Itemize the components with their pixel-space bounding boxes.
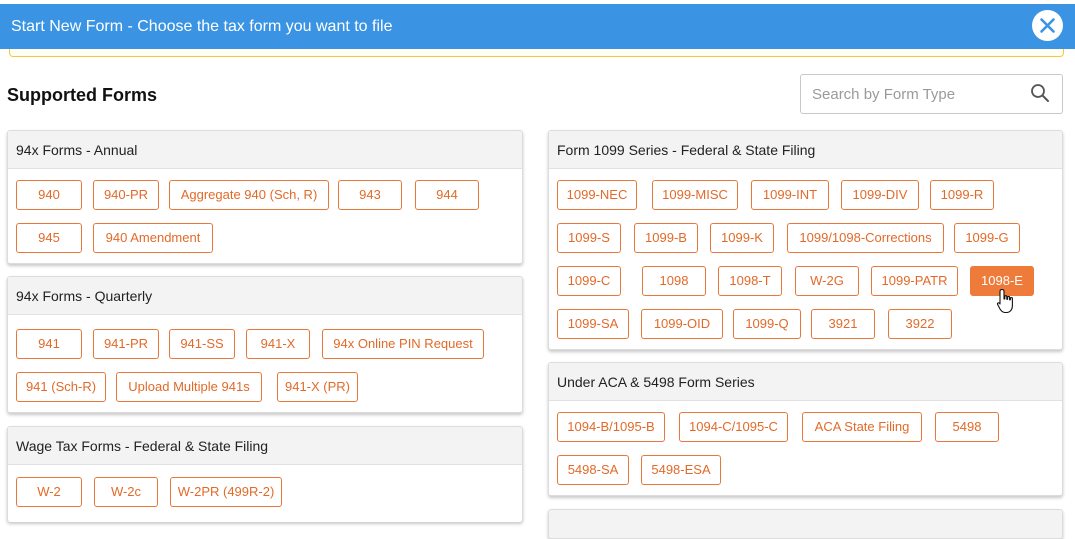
close-icon — [1040, 18, 1055, 33]
form-button-1099-g[interactable]: 1099-G — [954, 223, 1020, 253]
form-button-w-2pr[interactable]: W-2PR (499R-2) — [170, 477, 282, 507]
form-button-1099-1098-corrections[interactable]: 1099/1098-Corrections — [787, 223, 944, 253]
form-button-1098-t[interactable]: 1098-T — [718, 266, 782, 296]
form-button-1099-div[interactable]: 1099-DIV — [841, 180, 919, 210]
form-button-1099-c[interactable]: 1099-C — [557, 266, 621, 296]
form-button-1099-q[interactable]: 1099-Q — [733, 309, 801, 339]
card-title: Wage Tax Forms - Federal & State Filing — [8, 427, 522, 465]
form-button-941[interactable]: 941 — [16, 329, 82, 359]
modal-header: Start New Form - Choose the tax form you… — [0, 4, 1075, 49]
card-partial-next — [548, 509, 1063, 539]
form-button-1099-misc[interactable]: 1099-MISC — [652, 180, 738, 210]
supported-forms-heading: Supported Forms — [7, 85, 158, 105]
search-box — [800, 74, 1063, 114]
form-button-941-x[interactable]: 941-X — [246, 329, 310, 359]
form-button-aca-state-filing[interactable]: ACA State Filing — [802, 412, 922, 442]
form-button-5498-esa[interactable]: 5498-ESA — [641, 455, 721, 485]
form-button-3922[interactable]: 3922 — [888, 309, 952, 339]
card-form-1099-series: Form 1099 Series - Federal & State Filin… — [548, 130, 1063, 350]
close-button[interactable] — [1032, 10, 1063, 41]
card-wage-tax-forms: Wage Tax Forms - Federal & State Filing … — [7, 426, 523, 522]
form-button-944[interactable]: 944 — [415, 180, 479, 210]
search-icon[interactable] — [1030, 83, 1050, 103]
form-button-1098-e[interactable]: 1098-E — [970, 266, 1034, 296]
card-title: 94x Forms - Annual — [8, 131, 522, 169]
form-button-1099-s[interactable]: 1099-S — [557, 223, 621, 253]
form-button-1099-oid[interactable]: 1099-OID — [641, 309, 723, 339]
form-button-5498[interactable]: 5498 — [935, 412, 999, 442]
form-button-upload-multiple-941s[interactable]: Upload Multiple 941s — [116, 372, 262, 402]
form-button-1094-b-1095-b[interactable]: 1094-B/1095-B — [557, 412, 665, 442]
form-button-1099-b[interactable]: 1099-B — [634, 223, 698, 253]
card-title: 94x Forms - Quarterly — [8, 277, 522, 315]
card-title: Under ACA & 5498 Form Series — [549, 363, 1062, 401]
form-button-940-pr[interactable]: 940-PR — [93, 180, 159, 210]
form-button-aggregate-940[interactable]: Aggregate 940 (Sch, R) — [169, 180, 329, 210]
form-button-941-pr[interactable]: 941-PR — [93, 329, 159, 359]
form-button-941-ss[interactable]: 941-SS — [169, 329, 235, 359]
form-button-3921[interactable]: 3921 — [811, 309, 875, 339]
form-button-1099-r[interactable]: 1099-R — [930, 180, 994, 210]
form-button-w-2[interactable]: W-2 — [16, 477, 82, 507]
form-button-1099-k[interactable]: 1099-K — [710, 223, 774, 253]
form-button-1099-int[interactable]: 1099-INT — [751, 180, 829, 210]
notice-strip — [9, 49, 1064, 57]
form-button-w-2g[interactable]: W-2G — [795, 266, 859, 296]
form-button-1094-c-1095-c[interactable]: 1094-C/1095-C — [679, 412, 788, 442]
form-button-1099-nec[interactable]: 1099-NEC — [557, 180, 637, 210]
form-button-94x-online-pin[interactable]: 94x Online PIN Request — [322, 329, 484, 359]
form-button-940-amendment[interactable]: 940 Amendment — [93, 223, 213, 253]
form-button-945[interactable]: 945 — [16, 223, 82, 253]
card-94x-annual: 94x Forms - Annual 940 940-PR Aggregate … — [7, 130, 523, 264]
card-header-partial — [549, 510, 1062, 538]
form-button-5498-sa[interactable]: 5498-SA — [557, 455, 629, 485]
modal-title: Start New Form - Choose the tax form you… — [11, 18, 393, 35]
form-button-941-x-pr[interactable]: 941-X (PR) — [277, 372, 358, 402]
form-button-941-sch-r[interactable]: 941 (Sch-R) — [16, 372, 106, 402]
form-button-w-2c[interactable]: W-2c — [94, 477, 158, 507]
card-title: Form 1099 Series - Federal & State Filin… — [549, 131, 1062, 169]
card-aca-5498-series: Under ACA & 5498 Form Series 1094-B/1095… — [548, 362, 1063, 496]
form-button-940[interactable]: 940 — [16, 180, 82, 210]
form-button-1098[interactable]: 1098 — [642, 266, 706, 296]
form-button-1099-sa[interactable]: 1099-SA — [557, 309, 629, 339]
form-button-943[interactable]: 943 — [338, 180, 402, 210]
card-94x-quarterly: 94x Forms - Quarterly 941 941-PR 941-SS … — [7, 276, 523, 413]
form-button-1099-patr[interactable]: 1099-PATR — [871, 266, 958, 296]
search-input[interactable] — [801, 75, 1021, 113]
